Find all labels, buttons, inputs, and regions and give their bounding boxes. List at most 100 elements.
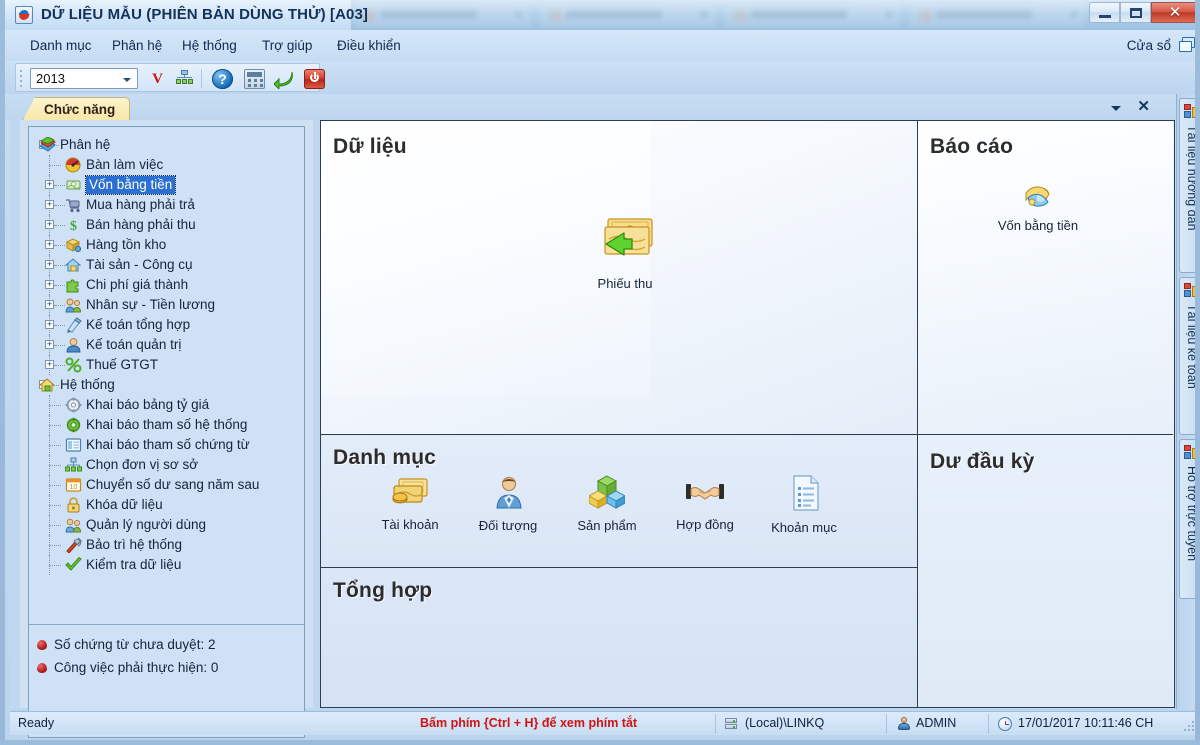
organization-icon[interactable] [174,69,195,89]
tree-item[interactable]: + Kế toán tổng hợp [29,315,304,335]
item-label: Hợp đồng [657,517,753,532]
calculator-icon[interactable] [244,69,265,89]
tree-guide [49,465,61,467]
sidebar-status-item[interactable]: Công việc phải thực hiện: 0 [37,657,304,678]
tree-item[interactable]: –Phân hệ [29,135,304,155]
vtab-label: Tài liệu kế toán [1183,304,1200,389]
vtab-label: Hỗ trợ trực tuyến [1183,466,1200,561]
item-hop-dong[interactable]: Hợp đồng [657,475,753,532]
menu-item-phan-he[interactable]: Phân hệ [105,36,169,55]
item-san-pham[interactable]: Sản phẩm [559,475,655,533]
tree-expand-icon[interactable]: + [45,280,54,289]
tree-item[interactable]: +Mua hàng phải trả [29,195,304,215]
status-shortcut-hint: Bấm phím {Ctrl + H} để xem phím tắt [420,716,637,730]
close-icon[interactable]: ✕ [1137,98,1150,116]
item-phieu-thu[interactable]: Phiếu thu [577,217,673,291]
right-vertical-tabs: Tài liệu hướng dẫn Tài liệu kế toán Hỗ t… [1176,94,1200,709]
resize-grip[interactable] [1184,721,1196,733]
select-unit-icon [65,457,82,473]
inventory-icon [65,237,82,253]
carry-balance-icon: 10 [65,477,82,493]
tree-item[interactable]: +Nhân sự - Tiền lương [29,295,304,315]
item-von-bang-tien-report[interactable]: Vốn bằng tiền [990,183,1086,233]
tree-expand-icon[interactable]: + [45,200,54,209]
tree-item-label: Kế toán tổng hợp [86,316,190,334]
user-icon [896,716,911,731]
item-tai-khoan[interactable]: Tài khoản [362,475,458,532]
tree-item[interactable]: +Chi phí giá thành [29,275,304,295]
tree-expand-icon[interactable]: + [45,360,54,369]
tree-guide [49,485,61,487]
item-khoan-muc[interactable]: Khoản mục [756,475,852,535]
item-label: Đối tượng [460,518,556,533]
window-stack-icon[interactable] [1179,37,1196,53]
menu-item-danh-muc[interactable]: Danh mục [23,36,99,55]
tree-item[interactable]: Khóa dữ liệu [29,495,304,515]
tree-guide [49,565,61,567]
tree-item[interactable]: +$Bán hàng phải thu [29,215,304,235]
tree-expand-icon[interactable]: + [45,320,54,329]
tree-expand-icon[interactable]: + [45,300,54,309]
tree-expand-icon[interactable]: + [45,240,54,249]
tree-item[interactable]: Kiểm tra dữ liệu [29,555,304,575]
menu-item-he-thong[interactable]: Hệ thống [175,36,244,55]
vtab-tai-lieu-ke-toan[interactable]: Tài liệu kế toán [1179,277,1200,435]
tree-expand-icon[interactable]: + [45,220,54,229]
chevron-down-icon[interactable] [1111,106,1121,111]
panel-bao-cao: Báo cáo Vốn bằng tiền [918,121,1173,435]
minimize-button[interactable] [1089,2,1120,23]
server-icon [725,717,740,731]
documents-icon [1184,283,1200,298]
tree-expand-icon[interactable]: + [45,260,54,269]
tree-item-label: Bán hàng phải thu [86,216,196,234]
power-icon[interactable] [304,69,325,89]
tree-item[interactable]: +Kế toán quản trị [29,335,304,355]
documents-icon [1184,104,1200,119]
tree-item[interactable]: Khai báo tham số hệ thống [29,415,304,435]
tree-guide [55,245,65,247]
tree-item[interactable]: Khai báo tham số chứng từ [29,435,304,455]
item-label: Khoản mục [756,520,852,535]
year-select[interactable]: 2013 [30,68,138,89]
status-server-label: (Local)\LINKQ [745,716,824,730]
tab-chuc-nang[interactable]: Chức năng [23,97,130,120]
navigation-tree-panel: –Phân hệBàn làm việc+Vốn bằng tiền+Mua h… [28,126,305,738]
menu-item-dieu-khien[interactable]: Điều khiển [330,36,408,55]
help-icon[interactable]: ? [212,69,233,89]
tree-item[interactable]: +Hàng tồn kho [29,235,304,255]
tree-expand-icon[interactable]: + [45,340,54,349]
tree-item[interactable]: Khai báo bảng tỷ giá [29,395,304,415]
v-letter-icon[interactable]: V [147,69,168,89]
tree-item[interactable]: –Hệ thống [29,375,304,395]
menu-item-tro-giup[interactable]: Trợ giúp [255,36,319,55]
vtab-tai-lieu-huong-dan[interactable]: Tài liệu hướng dẫn [1179,98,1200,273]
menu-item-cua-so[interactable]: Cửa sổ [1127,36,1171,55]
green-arrow-icon[interactable] [274,69,295,89]
vtab-ho-tro-truc-tuyen[interactable]: Hỗ trợ trực tuyến [1179,439,1200,599]
cash-report-icon [1024,183,1052,209]
tree-item-label: Quản lý người dùng [86,516,206,534]
panel-title-bao-cao: Báo cáo [930,135,1013,159]
status-server: (Local)\LINKQ [725,716,824,730]
tree-guide [55,225,65,227]
item-doi-tuong[interactable]: Đối tượng [460,475,556,533]
panel-du-dau-ky: Dư đầu kỳ [918,436,1173,707]
documents-icon [1184,445,1200,460]
sidebar-status-item[interactable]: Số chứng từ chưa duyệt: 2 [37,634,304,655]
tree-item[interactable]: 10Chuyển số dư sang năm sau [29,475,304,495]
tree-expand-icon[interactable]: + [45,180,54,189]
tree-item[interactable]: +Vốn bằng tiền [29,175,304,195]
status-bar: Ready Bấm phím {Ctrl + H} để xem phím tắ… [10,711,1200,735]
tree-item[interactable]: Quản lý người dùng [29,515,304,535]
tree-guide [49,445,61,447]
toolbar-grip[interactable] [20,70,23,87]
tree-item[interactable]: Chọn đơn vị sơ sở [29,455,304,475]
tree-item[interactable]: +Tài sản - Công cụ [29,255,304,275]
tree-item[interactable]: Bảo trì hệ thống [29,535,304,555]
tree-item-label: Khóa dữ liệu [86,496,163,514]
tree-item[interactable]: Bàn làm việc [29,155,304,175]
maximize-button[interactable] [1120,2,1151,23]
close-button[interactable]: ✕ [1151,2,1199,23]
item-label: Vốn bằng tiền [990,218,1086,233]
tree-item[interactable]: +Thuế GTGT [29,355,304,375]
